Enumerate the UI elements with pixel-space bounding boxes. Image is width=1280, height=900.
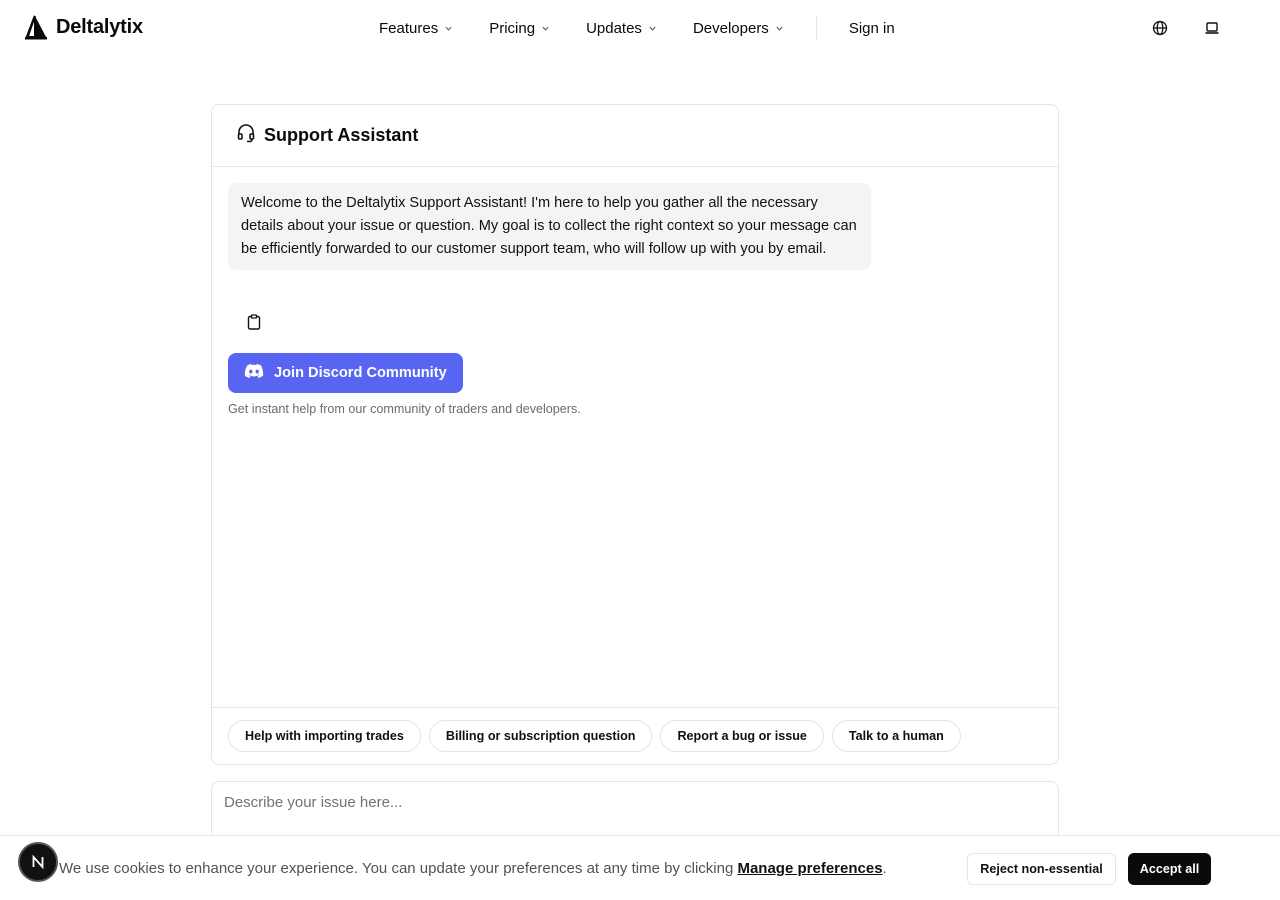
nav-features-label: Features bbox=[379, 19, 439, 37]
nextjs-devtools-icon[interactable] bbox=[18, 842, 58, 882]
cookie-banner: We use cookies to enhance your experienc… bbox=[0, 835, 1280, 900]
manage-preferences-link[interactable]: Manage preferences bbox=[737, 860, 882, 877]
nav-pricing-label: Pricing bbox=[489, 19, 536, 37]
headset-icon bbox=[236, 123, 256, 148]
main-nav: Features Pricing Updates Developers Sign… bbox=[367, 0, 907, 56]
cookie-text-end: . bbox=[882, 860, 887, 877]
nav-updates[interactable]: Updates bbox=[574, 10, 669, 46]
clipboard-icon[interactable] bbox=[242, 310, 266, 334]
chat-title: Support Assistant bbox=[264, 125, 419, 145]
chevron-down-icon bbox=[542, 26, 549, 31]
signin-link[interactable]: Sign in bbox=[837, 10, 907, 46]
support-chat-card: Support Assistant Welcome to the Deltaly… bbox=[211, 104, 1059, 765]
nav-pricing[interactable]: Pricing bbox=[477, 10, 562, 46]
laptop-icon[interactable] bbox=[1200, 16, 1224, 40]
discord-icon bbox=[244, 363, 264, 383]
quick-reply-human[interactable]: Talk to a human bbox=[831, 720, 961, 752]
reject-cookies-button[interactable]: Reject non-essential bbox=[967, 853, 1116, 885]
nav-divider bbox=[815, 16, 817, 40]
nav-updates-label: Updates bbox=[586, 19, 642, 37]
quick-reply-bug[interactable]: Report a bug or issue bbox=[660, 720, 824, 752]
chat-header: Support Assistant bbox=[212, 105, 1058, 167]
logo-icon bbox=[24, 14, 48, 40]
chevron-down-icon bbox=[776, 26, 783, 31]
nav-features[interactable]: Features bbox=[367, 10, 465, 46]
globe-icon[interactable] bbox=[1148, 16, 1172, 40]
discord-subtext: Get instant help from our community of t… bbox=[228, 402, 581, 416]
quick-reply-importing[interactable]: Help with importing trades bbox=[228, 720, 421, 752]
cookie-message: We use cookies to enhance your experienc… bbox=[59, 860, 887, 877]
nav-developers-label: Developers bbox=[692, 19, 769, 37]
quick-replies: Help with importing trades Billing or su… bbox=[212, 707, 1058, 765]
chevron-down-icon bbox=[445, 26, 452, 31]
join-discord-button[interactable]: Join Discord Community bbox=[228, 353, 463, 393]
nav-developers[interactable]: Developers bbox=[681, 10, 796, 46]
quick-reply-billing[interactable]: Billing or subscription question bbox=[428, 720, 653, 752]
join-discord-label: Join Discord Community bbox=[274, 365, 447, 381]
brand-logo[interactable]: Deltalytix bbox=[24, 14, 143, 40]
cookie-text: We use cookies to enhance your experienc… bbox=[59, 860, 738, 877]
brand-name: Deltalytix bbox=[56, 15, 143, 38]
assistant-message: Welcome to the Deltalytix Support Assist… bbox=[228, 183, 871, 271]
chevron-down-icon bbox=[649, 26, 656, 31]
top-header: Deltalytix Features Pricing Updates Deve… bbox=[0, 0, 1280, 56]
accept-cookies-button[interactable]: Accept all bbox=[1128, 853, 1211, 885]
